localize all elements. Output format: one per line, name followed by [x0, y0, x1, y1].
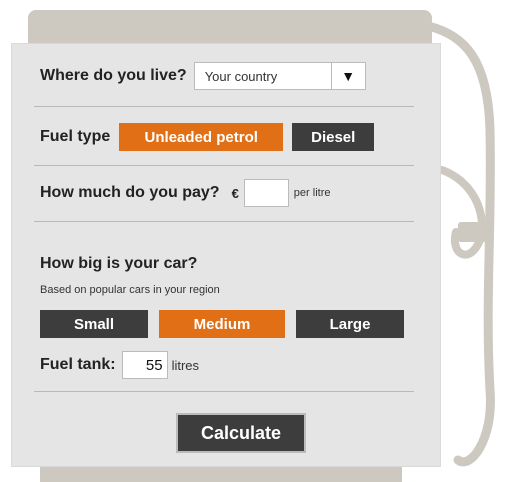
- price-unit-label: per litre: [293, 187, 331, 199]
- car-size-question: How big is your car?: [40, 255, 198, 272]
- divider: [34, 165, 414, 166]
- fuel-option-unleaded-button[interactable]: Unleaded petrol: [119, 123, 284, 151]
- fuel-tank-unit-label: litres: [171, 357, 200, 373]
- price-row: How much do you pay? € per litre: [40, 179, 330, 207]
- divider: [34, 106, 414, 107]
- price-question: How much do you pay?: [40, 184, 220, 201]
- dropdown-arrow-icon[interactable]: ▼: [330, 63, 365, 89]
- car-size-large-button[interactable]: Large: [296, 310, 404, 338]
- currency-symbol: €: [231, 185, 239, 201]
- fuel-tank-label: Fuel tank:: [40, 356, 116, 373]
- location-question: Where do you live?: [40, 67, 187, 84]
- car-size-options: Small Medium Large: [40, 310, 404, 338]
- fuel-type-label: Fuel type: [40, 128, 111, 145]
- divider: [34, 391, 414, 392]
- fuel-tank-input[interactable]: 55: [121, 351, 168, 379]
- country-select-value: Your country: [204, 68, 278, 84]
- fuel-type-row: Fuel type Unleaded petrol Diesel: [40, 123, 375, 151]
- calculator-panel: Where do you live? Your country ▼ Fuel t…: [12, 44, 440, 466]
- car-size-subtitle: Based on popular cars in your region: [40, 284, 220, 296]
- car-size-small-button[interactable]: Small: [40, 310, 148, 338]
- country-select[interactable]: Your country ▼: [193, 62, 366, 90]
- location-row: Where do you live? Your country ▼: [40, 62, 366, 90]
- car-size-medium-button[interactable]: Medium: [159, 310, 285, 338]
- price-input[interactable]: [243, 179, 289, 207]
- divider: [34, 221, 414, 222]
- fuel-tank-row: Fuel tank: 55 litres: [40, 351, 199, 379]
- calculate-button[interactable]: Calculate: [176, 413, 306, 453]
- fuel-option-diesel-button[interactable]: Diesel: [292, 123, 375, 151]
